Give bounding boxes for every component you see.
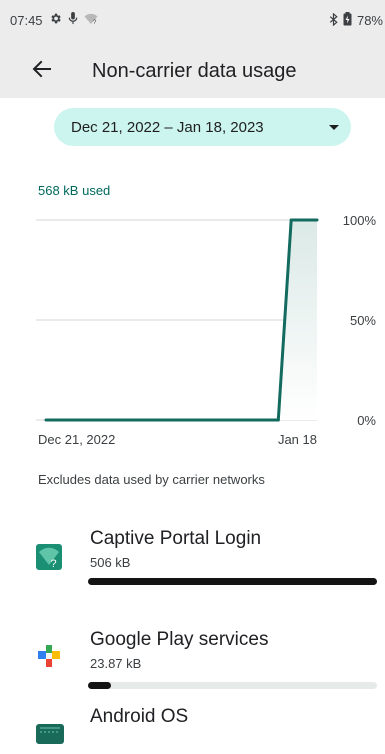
gear-icon (49, 12, 62, 28)
date-range-label: Dec 21, 2022 – Jan 18, 2023 (71, 119, 264, 136)
date-range-dropdown[interactable]: Dec 21, 2022 – Jan 18, 2023 (54, 108, 351, 146)
status-time: 07:45 (10, 12, 43, 28)
svg-text:?: ? (93, 20, 97, 25)
x-tick-label-end: Jan 18 (278, 432, 317, 447)
usage-bar (88, 682, 377, 689)
battery-charging-icon (343, 12, 352, 29)
app-row-captive-portal[interactable]: ? Captive Portal Login 506 kB (0, 520, 385, 590)
caret-down-icon (329, 125, 339, 130)
app-row-android-os[interactable]: Android OS (0, 700, 385, 754)
carrier-note: Excludes data used by carrier networks (38, 472, 265, 487)
usage-bar (88, 578, 377, 585)
app-name: Google Play services (90, 629, 269, 650)
status-bar: 07:45 ? 78% (0, 0, 385, 40)
svg-text:?: ? (51, 558, 57, 570)
app-name: Android OS (90, 706, 189, 727)
usage-summary: 568 kB used (38, 183, 111, 198)
app-size: 23.87 kB (90, 656, 142, 671)
arrow-left-icon[interactable] (30, 57, 54, 81)
x-tick-label-start: Dec 21, 2022 (38, 432, 115, 447)
page-title: Non-carrier data usage (92, 60, 297, 82)
usage-bar-fill (88, 578, 377, 585)
app-name: Captive Portal Login (90, 528, 262, 549)
app-bar: Non-carrier data usage (0, 40, 385, 98)
y-tick-label: 50% (350, 313, 376, 328)
y-tick-label: 0% (357, 413, 376, 428)
captive-portal-icon: ? (36, 544, 62, 570)
app-row-google-play-services[interactable]: Google Play services 23.87 kB (0, 620, 385, 690)
play-services-icon (36, 642, 62, 668)
status-right: 78% (329, 12, 383, 29)
status-left: 07:45 ? (10, 12, 98, 28)
usage-chart: 100% 50% 0% Dec 21, 2022 Jan 18 (36, 213, 377, 447)
wifi-unknown-icon: ? (84, 13, 98, 28)
battery-percent: 78% (356, 13, 383, 28)
mic-icon (68, 12, 78, 28)
bluetooth-icon (329, 12, 338, 29)
android-os-icon (36, 718, 64, 744)
app-size: 506 kB (90, 555, 131, 570)
y-tick-label: 100% (343, 213, 377, 228)
usage-bar-fill (88, 682, 112, 689)
